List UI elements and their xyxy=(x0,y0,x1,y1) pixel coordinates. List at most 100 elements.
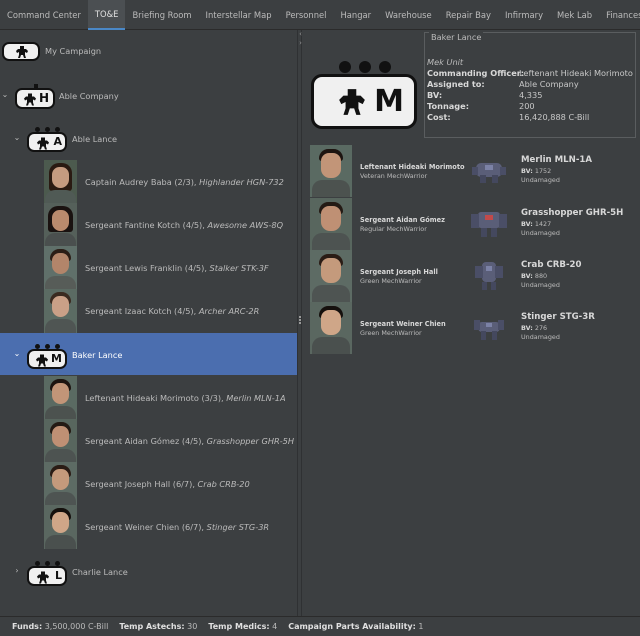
field-key: Assigned to: xyxy=(427,79,485,89)
pilot-portrait xyxy=(44,462,77,506)
field-value: 200 xyxy=(519,101,535,111)
mech-silhouette-icon xyxy=(36,354,48,367)
tree-member-row[interactable]: Sergeant Fantine Kotch (4/5), Awesome AW… xyxy=(0,203,297,247)
mech-bv: BV: 880 xyxy=(521,272,548,280)
mech-name: Stinger STG-3R xyxy=(521,312,595,322)
tab-mek-lab[interactable]: Mek Lab xyxy=(550,0,599,30)
pilot-portrait xyxy=(44,505,77,549)
tree-member-row[interactable]: Sergeant Joseph Hall (6/7), Crab CRB-20 xyxy=(0,462,297,506)
tree-node-company[interactable]: ⌄ H Able Company xyxy=(0,80,297,110)
pilot-name: Sergeant Weiner Chien xyxy=(360,320,446,328)
chevron-down-icon[interactable]: ⌄ xyxy=(0,90,10,100)
pilot-skill: Green MechWarrior xyxy=(360,329,422,337)
tree-member-row[interactable]: Captain Audrey Baba (2/3), Highlander HG… xyxy=(0,160,297,204)
pilot-portrait xyxy=(310,145,352,197)
tree-label-charlie-lance: Charlie Lance xyxy=(72,567,128,577)
lance-badge-icon: L xyxy=(27,561,67,586)
pilot-skill: Veteran MechWarrior xyxy=(360,172,428,180)
mech-image-icon xyxy=(475,262,503,290)
pilot-portrait xyxy=(310,250,352,302)
field-key: Cost: xyxy=(427,112,451,122)
tab-interstellar-map[interactable]: Interstellar Map xyxy=(199,0,279,30)
tab-personnel[interactable]: Personnel xyxy=(279,0,334,30)
tree-member-row[interactable]: Sergeant Aidan Gómez (4/5), Grasshopper … xyxy=(0,419,297,463)
mech-image-icon xyxy=(471,212,507,237)
pilot-portrait xyxy=(44,289,77,333)
tree-node-able-lance[interactable]: ⌄ A Able Lance xyxy=(0,124,297,152)
tree-label-company: Able Company xyxy=(59,91,119,101)
tab-repair-bay[interactable]: Repair Bay xyxy=(439,0,498,30)
pilot-skill: Green MechWarrior xyxy=(360,277,422,285)
force-info-box: Baker Lance Mek Unit Commanding Officer:… xyxy=(424,32,636,138)
lance-badge-icon: M xyxy=(27,344,67,369)
status-funds: Funds: 3,500,000 C-Bill xyxy=(12,622,109,631)
force-member-row[interactable]: Sergeant Aidan Gómez Regular MechWarrior… xyxy=(310,198,630,250)
field-key: Tonnage: xyxy=(427,101,469,111)
force-member-row[interactable]: Leftenant Hideaki Morimoto Veteran MechW… xyxy=(310,145,630,197)
tree-member-row[interactable]: Sergeant Lewis Franklin (4/5), Stalker S… xyxy=(0,246,297,290)
tree-node-baker-lance[interactable]: ⌄ M Baker Lance xyxy=(0,333,297,375)
field-key: Commanding Officer: xyxy=(427,68,525,78)
pilot-portrait xyxy=(44,419,77,463)
field-key: BV: xyxy=(427,90,443,100)
tree-member-label: Leftenant Hideaki Morimoto (3/3), Merlin… xyxy=(85,393,286,403)
tab-briefing-room[interactable]: Briefing Room xyxy=(125,0,198,30)
chevron-right-icon[interactable]: › xyxy=(12,566,22,576)
pilot-portrait xyxy=(44,246,77,290)
status-temp-astechs: Temp Astechs: 30 xyxy=(119,622,198,631)
mech-silhouette-icon xyxy=(16,46,28,58)
tab-warehouse[interactable]: Warehouse xyxy=(378,0,439,30)
pilot-name: Sergeant Aidan Gómez xyxy=(360,216,445,224)
tree-member-row[interactable]: Sergeant Weiner Chien (6/7), Stinger STG… xyxy=(0,505,297,549)
field-value: Able Company xyxy=(519,79,579,89)
tab-command-center[interactable]: Command Center xyxy=(0,0,88,30)
chevron-down-icon[interactable]: ⌄ xyxy=(12,349,22,359)
tree-label-able-lance: Able Lance xyxy=(72,134,118,144)
company-badge-icon: H xyxy=(15,84,55,109)
mech-silhouette-icon xyxy=(339,89,365,115)
status-temp-medics: Temp Medics: 4 xyxy=(208,622,278,631)
mech-name: Crab CRB-20 xyxy=(521,260,582,270)
tree-member-label: Sergeant Izaac Kotch (4/5), Archer ARC-2… xyxy=(85,306,260,316)
force-info-title: Baker Lance xyxy=(429,32,484,42)
pilot-portrait xyxy=(44,203,77,247)
tab-infirmary[interactable]: Infirmary xyxy=(498,0,550,30)
tree-label-baker-lance: Baker Lance xyxy=(72,350,123,360)
tree-node-charlie-lance[interactable]: › L Charlie Lance xyxy=(0,554,297,588)
mech-silhouette-icon xyxy=(37,137,49,150)
tree-member-row[interactable]: Leftenant Hideaki Morimoto (3/3), Merlin… xyxy=(0,376,297,420)
toe-tree[interactable]: My Campaign ⌄ H Able Company ⌄ A Able La… xyxy=(0,30,297,616)
tab-toe[interactable]: TO&E xyxy=(87,0,126,30)
pilot-portrait xyxy=(44,160,77,204)
mech-bv: BV: 1752 xyxy=(521,167,552,175)
tree-member-label: Sergeant Weiner Chien (6/7), Stinger STG… xyxy=(85,522,270,532)
mech-status: Undamaged xyxy=(521,176,560,184)
tab-finances[interactable]: Finances xyxy=(599,0,640,30)
pilot-skill: Regular MechWarrior xyxy=(360,225,427,233)
lance-badge-icon: A xyxy=(27,127,67,152)
force-member-row[interactable]: Sergeant Weiner Chien Green MechWarrior … xyxy=(310,302,630,354)
pilot-portrait xyxy=(310,198,352,250)
tab-hangar[interactable]: Hangar xyxy=(334,0,379,30)
mech-status: Undamaged xyxy=(521,229,560,237)
tree-member-row[interactable]: Sergeant Izaac Kotch (4/5), Archer ARC-2… xyxy=(0,289,297,333)
mech-name: Merlin MLN-1A xyxy=(521,155,593,165)
mech-silhouette-icon xyxy=(37,571,49,584)
pilot-name: Sergeant Joseph Hall xyxy=(360,268,438,276)
splitter-grip-icon[interactable] xyxy=(299,316,301,324)
pilot-portrait xyxy=(44,376,77,420)
field-value: Leftenant Hideaki Morimoto xyxy=(519,68,633,78)
tree-member-label: Sergeant Fantine Kotch (4/5), Awesome AW… xyxy=(85,220,284,230)
mech-bv: BV: 276 xyxy=(521,324,548,332)
mech-bv: BV: 1427 xyxy=(521,220,552,228)
force-member-row[interactable]: Sergeant Joseph Hall Green MechWarrior C… xyxy=(310,250,630,302)
campaign-badge-icon xyxy=(2,42,40,61)
tree-member-label: Captain Audrey Baba (2/3), Highlander HG… xyxy=(85,177,284,187)
tree-member-label: Sergeant Aidan Gómez (4/5), Grasshopper … xyxy=(85,436,295,446)
field-value: 4,335 xyxy=(519,90,543,100)
tree-node-campaign[interactable]: My Campaign xyxy=(0,38,297,64)
mech-image-icon xyxy=(472,163,506,183)
unit-type-label: Mek Unit xyxy=(427,57,464,67)
chevron-down-icon[interactable]: ⌄ xyxy=(12,133,22,143)
mech-status: Undamaged xyxy=(521,281,560,289)
